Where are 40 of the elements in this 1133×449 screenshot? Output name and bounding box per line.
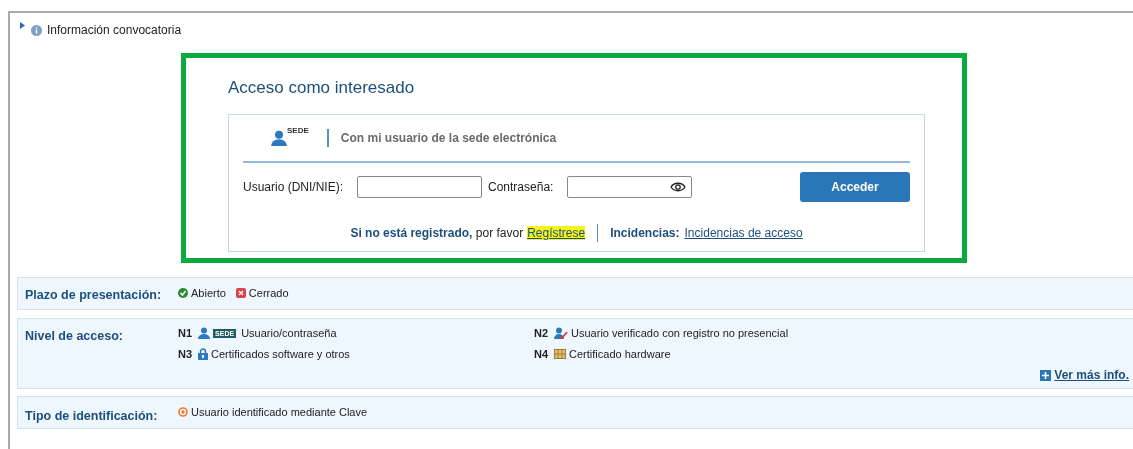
status-label: Abierto [191, 287, 226, 299]
cross-icon [235, 288, 246, 298]
plus-icon [1040, 369, 1052, 381]
lock-icon [198, 348, 209, 360]
more-info-link[interactable]: Ver más info. [1040, 368, 1129, 382]
password-field[interactable] [567, 176, 693, 198]
target-icon [178, 407, 188, 417]
level-code: N1 [178, 327, 193, 339]
user-label: Usuario (DNI/NIE): [243, 180, 343, 194]
login-title: Acceso como interesado [228, 78, 416, 98]
level-label: Certificados software y otros [211, 348, 350, 360]
info-icon [31, 24, 42, 36]
triangle-icon[interactable] [20, 22, 26, 29]
status-label: Cerrado [248, 287, 289, 299]
chip-icon [554, 349, 567, 359]
level-label: Certificado hardware [569, 348, 671, 360]
section-toggle[interactable]: Información convocatoria [47, 23, 182, 37]
password-label: Contraseña: [488, 180, 554, 194]
eye-icon[interactable] [670, 182, 687, 192]
incidents-label: Incidencias: [610, 226, 680, 240]
register-prompt: Si no está registrado, por favor [350, 226, 524, 240]
person-icon [198, 327, 211, 339]
level-code: N2 [534, 327, 549, 339]
level-code: N4 [534, 348, 549, 360]
user-field[interactable] [357, 176, 482, 198]
row-label: Nivel de acceso: [25, 328, 124, 345]
login-button[interactable]: Acceder [800, 172, 910, 202]
check-icon [178, 288, 188, 298]
row-label: Tipo de identificación: [25, 408, 159, 425]
method-label: Con mi usuario de la sede electrónica [326, 129, 557, 147]
register-link[interactable]: Regístrese [527, 226, 586, 240]
user-check-icon [554, 327, 569, 339]
level-code: N3 [178, 348, 193, 360]
incidents-link[interactable]: Incidencias de acceso [684, 226, 803, 240]
sede-label: SEDE [287, 126, 309, 135]
level-label: Usuario verificado con registro no presencial [571, 327, 789, 339]
person-icon [271, 130, 287, 146]
identification-value: Usuario identificado mediante Clave [191, 406, 368, 418]
row-label: Plazo de presentación: [25, 287, 163, 304]
level-label: Usuario/contraseña [241, 327, 337, 339]
